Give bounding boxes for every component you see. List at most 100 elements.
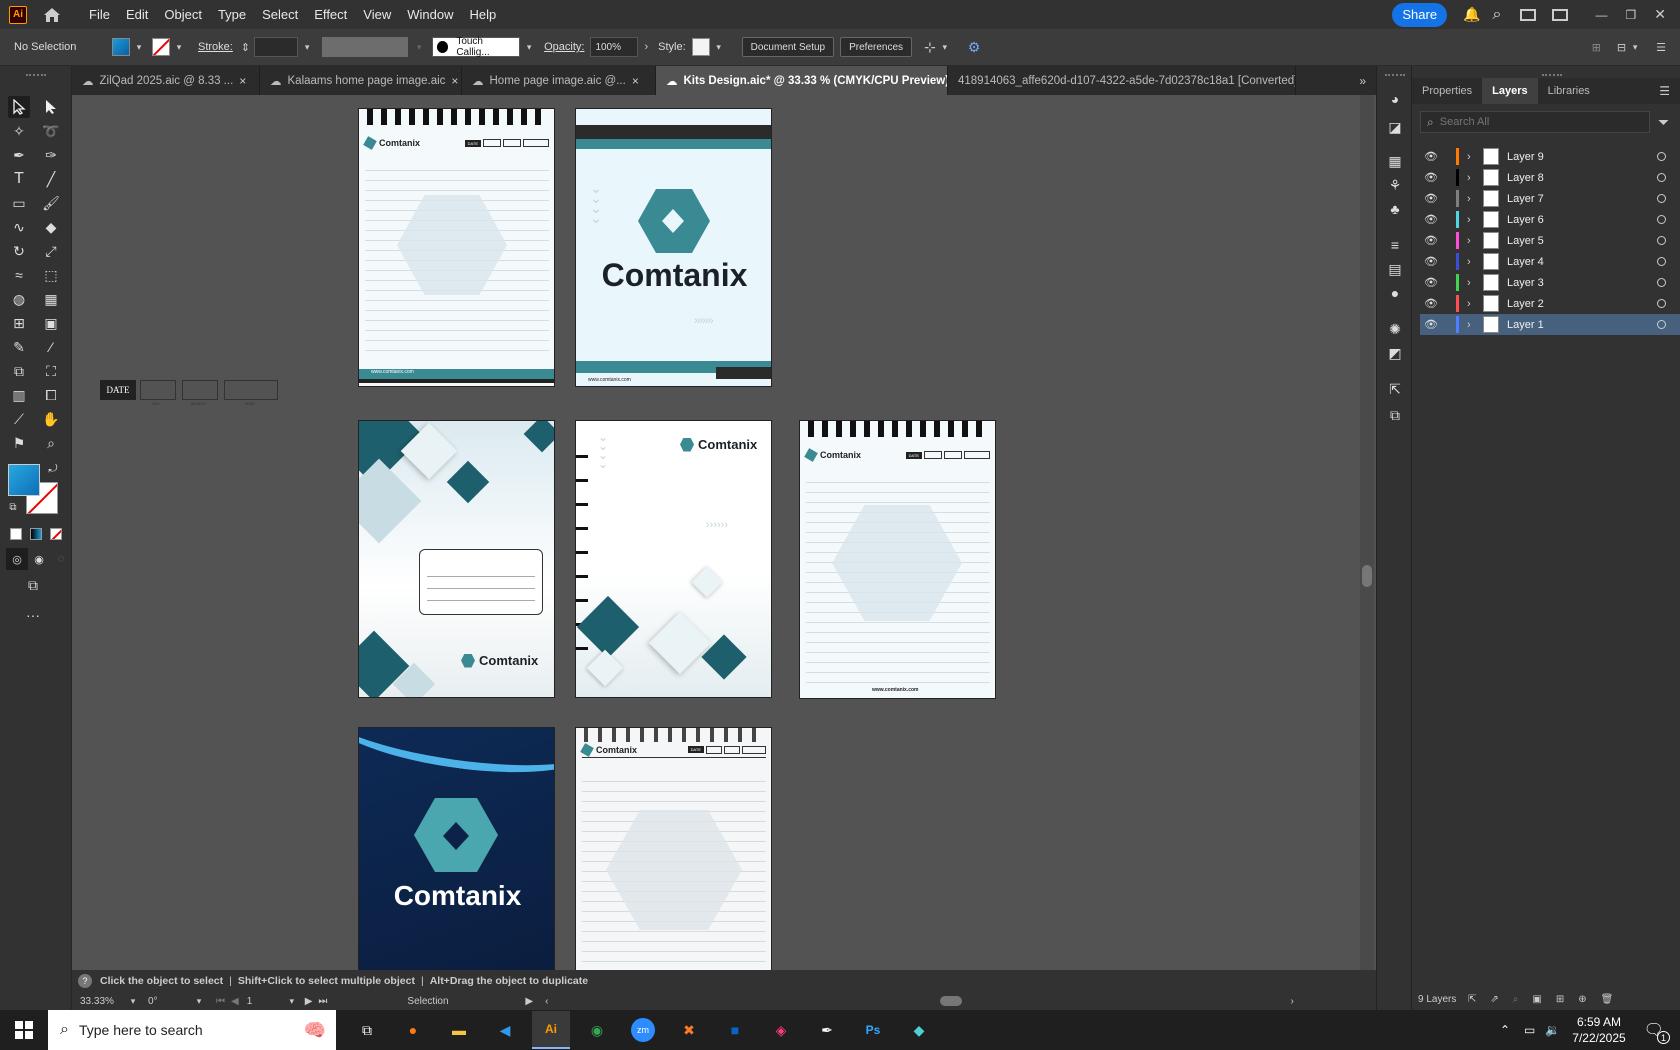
layer-row[interactable]: 👁 › Layer 2 bbox=[1420, 293, 1680, 314]
volume-icon[interactable]: 🔉 bbox=[1545, 1023, 1560, 1037]
opacity-field[interactable]: 100% bbox=[590, 37, 639, 57]
expand-chevron-icon[interactable]: › bbox=[1467, 172, 1477, 184]
target-circle-icon[interactable] bbox=[1657, 299, 1666, 308]
stroke-weight-dropdown-icon[interactable]: ▾ bbox=[302, 42, 312, 52]
more-tabs-icon[interactable]: » bbox=[1359, 74, 1366, 88]
layer-row[interactable]: 👁 › Layer 3 bbox=[1420, 272, 1680, 293]
arrange-dropdown-icon[interactable]: ▾ bbox=[940, 42, 950, 52]
rotate-tool-icon[interactable]: ↻ bbox=[8, 240, 30, 262]
new-layer-icon[interactable]: ⊕ bbox=[1578, 994, 1586, 1005]
collect-export-icon[interactable]: ⇱ bbox=[1468, 994, 1476, 1005]
filter-icon[interactable]: ⏷ bbox=[1658, 114, 1669, 131]
brush-definition[interactable]: Touch Callig... bbox=[432, 36, 521, 58]
stroke-dropdown-icon[interactable]: ▾ bbox=[174, 42, 184, 52]
pen-tool-icon[interactable]: ✒ bbox=[8, 144, 30, 166]
document-setup-button[interactable]: Document Setup bbox=[741, 37, 835, 57]
pen-app-icon[interactable]: ✒ bbox=[808, 1011, 846, 1049]
minimize-icon[interactable]: — bbox=[1596, 8, 1608, 22]
close-tab-icon[interactable]: × bbox=[239, 74, 246, 88]
zoom-dropdown-icon[interactable]: ▾ bbox=[128, 996, 138, 1006]
tab-kits-design[interactable]: ☁ Kits Design.aic* @ 33.33 % (CMYK/CPU Pr… bbox=[656, 66, 948, 95]
outlook-icon[interactable]: ■ bbox=[716, 1011, 754, 1049]
visibility-eye-icon[interactable]: 👁 bbox=[1424, 318, 1444, 331]
width-tool-icon[interactable]: ≈ bbox=[8, 264, 30, 286]
chrome-icon[interactable]: ◉ bbox=[578, 1011, 616, 1049]
zoom-app-icon[interactable]: zm bbox=[624, 1011, 662, 1049]
target-circle-icon[interactable] bbox=[1657, 173, 1666, 182]
line-tool-icon[interactable]: ╱ bbox=[40, 168, 62, 190]
layer-name[interactable]: Layer 6 bbox=[1507, 214, 1617, 226]
preferences-button[interactable]: Preferences bbox=[840, 37, 913, 57]
swatches-icon[interactable]: ▦ bbox=[1384, 150, 1406, 172]
export-layer-icon[interactable]: ⇗ bbox=[1490, 994, 1498, 1005]
paintbrush-tool-icon[interactable]: 🖌 bbox=[40, 192, 62, 214]
visibility-eye-icon[interactable]: 👁 bbox=[1424, 213, 1444, 226]
transform-icon[interactable]: ⊟ bbox=[1617, 41, 1626, 54]
next-artboard-icon[interactable]: ▶ bbox=[305, 996, 313, 1007]
selection-tool-icon[interactable] bbox=[8, 96, 30, 118]
layer-name[interactable]: Layer 1 bbox=[1507, 319, 1617, 331]
draw-inside-icon[interactable]: ◌ bbox=[50, 548, 72, 570]
target-circle-icon[interactable] bbox=[1657, 257, 1666, 266]
align-icon[interactable]: ⊞ bbox=[1592, 41, 1601, 54]
slice-tool-icon[interactable]: ⟋ bbox=[8, 408, 30, 430]
make-clipping-mask-icon[interactable]: ▣ bbox=[1532, 994, 1541, 1005]
stroke-weight-field[interactable] bbox=[254, 37, 299, 57]
lasso-tool-icon[interactable]: ➰ bbox=[40, 120, 62, 142]
floating-date-widget[interactable]: DATE DAY MONTH YEAR bbox=[100, 380, 278, 406]
variable-width-profile[interactable] bbox=[322, 37, 409, 57]
scale-tool-icon[interactable]: ⤢ bbox=[40, 240, 62, 262]
rectangle-tool-icon[interactable]: ▭ bbox=[8, 192, 30, 214]
gradient-mode-button[interactable] bbox=[30, 528, 42, 540]
rotate-dropdown-icon[interactable]: ▾ bbox=[194, 996, 204, 1006]
artboard-dropdown-icon[interactable]: ▾ bbox=[287, 996, 297, 1006]
prev-artboard-icon[interactable]: ◀ bbox=[231, 996, 239, 1007]
eyedropper-alt-tool-icon[interactable]: ⁄ bbox=[40, 336, 62, 358]
stroke-swatch[interactable] bbox=[152, 38, 170, 56]
layer-row[interactable]: 👁 › Layer 7 bbox=[1420, 188, 1680, 209]
graphic-styles-icon[interactable]: ◩ bbox=[1384, 342, 1406, 364]
app-diamond-icon[interactable]: ◆ bbox=[900, 1011, 938, 1049]
expand-chevron-icon[interactable]: › bbox=[1467, 235, 1477, 247]
fill-color-swatch[interactable] bbox=[8, 464, 40, 496]
transparency-icon[interactable]: ● bbox=[1384, 282, 1406, 304]
opacity-label[interactable]: Opacity: bbox=[544, 41, 584, 53]
expand-chevron-icon[interactable]: › bbox=[1467, 298, 1477, 310]
visibility-eye-icon[interactable]: 👁 bbox=[1424, 234, 1444, 247]
layer-name[interactable]: Layer 9 bbox=[1507, 151, 1617, 163]
zoom-field[interactable]: 33.33% bbox=[80, 996, 128, 1007]
home-icon[interactable] bbox=[43, 7, 61, 23]
expand-chevron-icon[interactable]: › bbox=[1467, 256, 1477, 268]
type-tool-icon[interactable]: T bbox=[8, 168, 30, 190]
perspective-grid-tool-icon[interactable]: ▦ bbox=[40, 288, 62, 310]
menu-object[interactable]: Object bbox=[156, 7, 210, 22]
menu-view[interactable]: View bbox=[355, 7, 399, 22]
artboard-spiral-cover[interactable]: Comtanix ⌄ ⌄ ⌄ ⌄ ›››››› bbox=[575, 420, 772, 698]
arrange-icon[interactable]: ⊹ bbox=[924, 39, 936, 56]
target-circle-icon[interactable] bbox=[1657, 215, 1666, 224]
scrollbar-thumb[interactable] bbox=[1362, 565, 1372, 587]
visibility-eye-icon[interactable]: 👁 bbox=[1424, 255, 1444, 268]
tab-zilqad[interactable]: ☁ ZilQad 2025.aic @ 8.33 ... × bbox=[72, 66, 260, 95]
panel-options-icon[interactable]: ☰ bbox=[1659, 84, 1670, 98]
target-circle-icon[interactable] bbox=[1657, 320, 1666, 329]
opacity-expand-icon[interactable]: › bbox=[644, 41, 648, 53]
gradient-tool-icon[interactable]: ▣ bbox=[40, 312, 62, 334]
export-icon[interactable]: ⇱ bbox=[1384, 378, 1406, 400]
none-mode-button[interactable] bbox=[50, 528, 62, 540]
first-artboard-icon[interactable]: ⏮ bbox=[216, 996, 225, 1007]
artboard-cover-logo[interactable]: ⌄ ⌄ ⌄ ⌄ Comtanix ››››››› www.comtanix.com bbox=[575, 108, 772, 387]
symbols-icon[interactable]: ♣ bbox=[1384, 198, 1406, 220]
artboard-notepad-2[interactable]: Comtanix DATE www.comtanix.com bbox=[799, 420, 996, 699]
layer-row[interactable]: 👁 › Layer 9 bbox=[1420, 146, 1680, 167]
layer-name[interactable]: Layer 4 bbox=[1507, 256, 1617, 268]
locate-object-icon[interactable]: ⌕ bbox=[1513, 994, 1519, 1005]
share-button[interactable]: Share bbox=[1392, 2, 1448, 27]
tray-chevron-icon[interactable]: ⌃ bbox=[1500, 1023, 1510, 1037]
illustrator-taskbar-icon[interactable]: Ai bbox=[532, 1011, 570, 1049]
screen-mode-icon[interactable]: ⧉ bbox=[22, 574, 44, 596]
stroke-stepper-icon[interactable]: ⇕ bbox=[241, 41, 250, 54]
tab-home-page[interactable]: ☁ Home page image.aic @... × bbox=[462, 66, 656, 95]
firefox-icon[interactable]: ● bbox=[394, 1011, 432, 1049]
expand-chevron-icon[interactable]: › bbox=[1467, 151, 1477, 163]
